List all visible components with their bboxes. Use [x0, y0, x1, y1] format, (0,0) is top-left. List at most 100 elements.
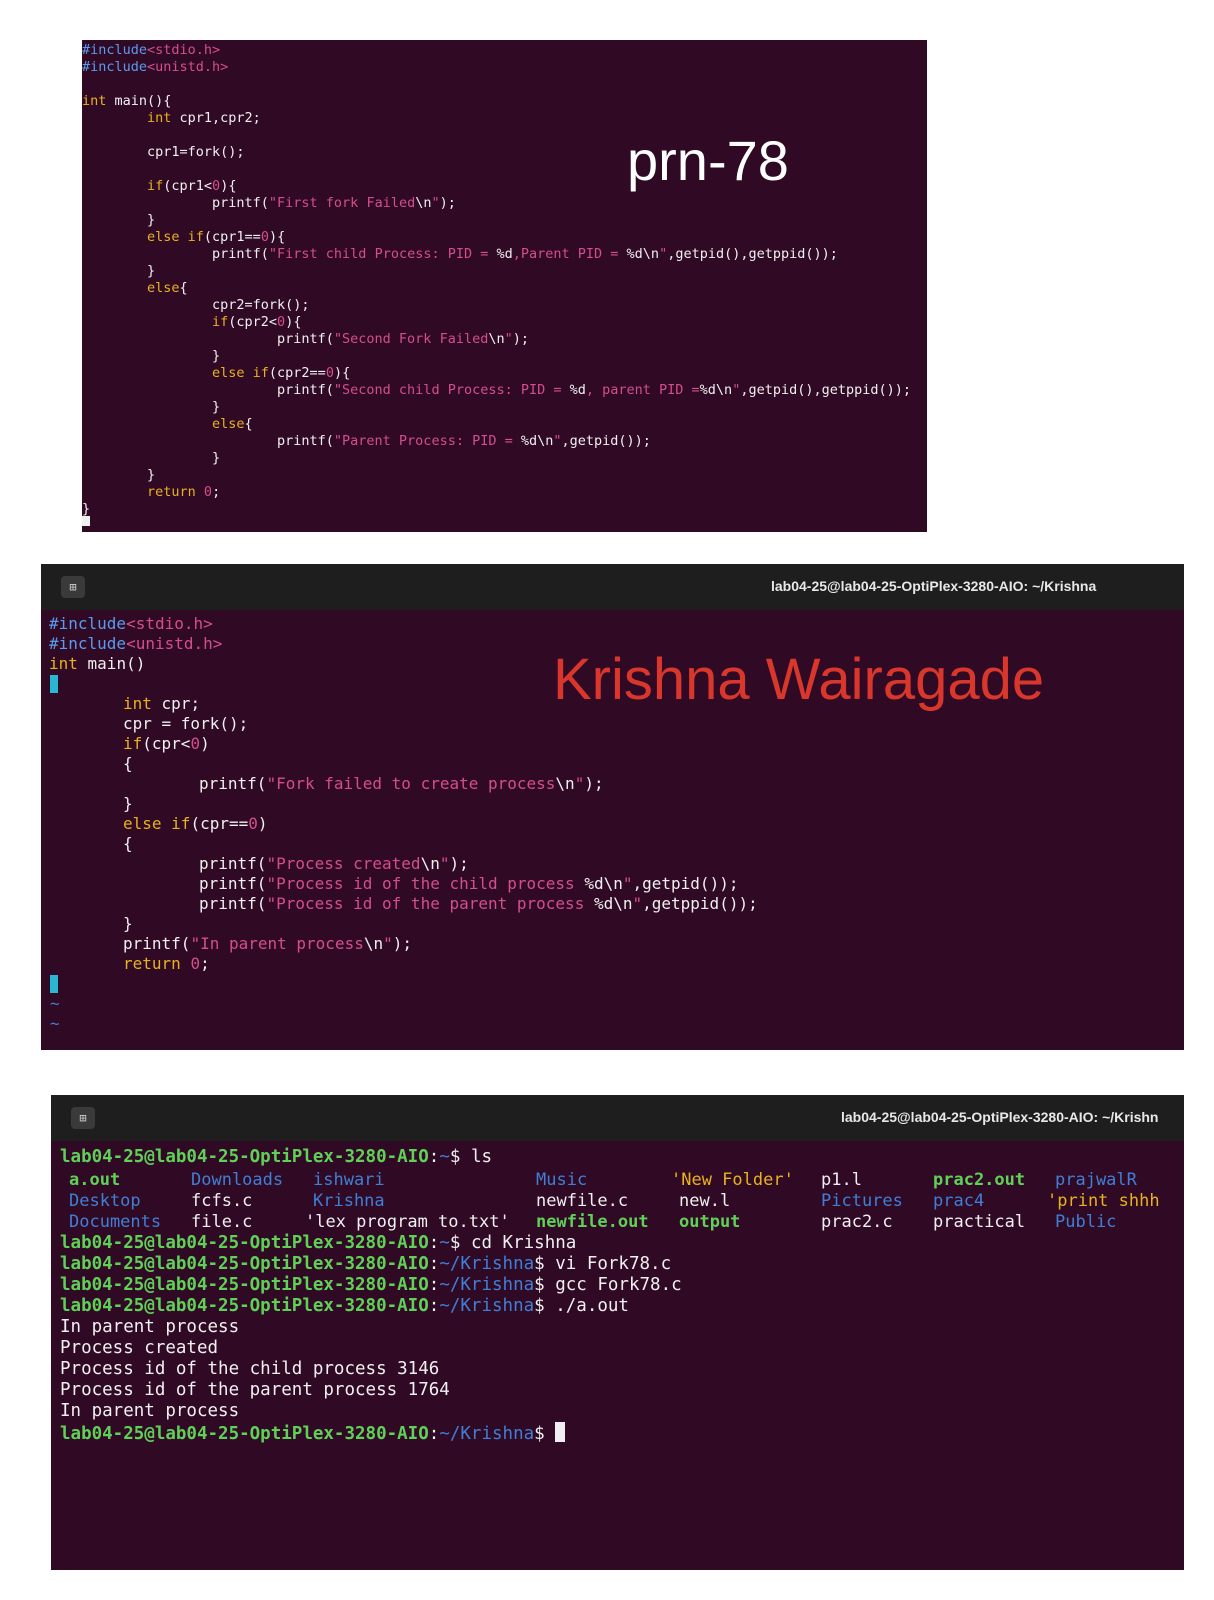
prompt-path: ~/Krishna [439, 1275, 535, 1295]
code-line: { [123, 834, 133, 853]
ls-entry: 'lex program to.txt' [305, 1212, 510, 1232]
prompt-user: lab04-25@lab04-25-OptiPlex-3280-AIO [60, 1147, 429, 1167]
output-line: Process id of the child process 3146 [60, 1359, 440, 1379]
code-line: } [82, 501, 91, 517]
prompt-path: ~ [439, 1147, 450, 1167]
shell-line-gcc: lab04-25@lab04-25-OptiPlex-3280-AIO:~/Kr… [60, 1275, 682, 1295]
empty-line-marker: ~ [50, 1014, 60, 1033]
code-line: cpr2=fork(); [212, 297, 310, 313]
code-line: printf("Process id of the child process … [199, 874, 739, 893]
title-bar: ⊞ lab04-25@lab04-25-OptiPlex-3280-AIO: ~… [51, 1095, 1184, 1141]
code-line: if(cpr<0) [123, 734, 210, 753]
ls-entry: practical [933, 1212, 1026, 1232]
ls-entry: Pictures [821, 1191, 903, 1211]
code-line: else if(cpr==0) [123, 814, 268, 833]
author-name-watermark: Krishna Wairagade [553, 647, 1045, 712]
code-line: } [123, 914, 133, 933]
code-line: printf("Process id of the parent process… [199, 894, 758, 913]
shell-line-current[interactable]: lab04-25@lab04-25-OptiPlex-3280-AIO:~/Kr… [60, 1422, 566, 1444]
output-line: In parent process [60, 1401, 240, 1421]
code-line: } [123, 794, 133, 813]
code-line: #include<unistd.h> [82, 59, 229, 75]
terminal-cursor [555, 1422, 566, 1442]
ls-entry: Downloads [191, 1170, 284, 1190]
ls-entry: output [679, 1212, 741, 1232]
prompt-user: lab04-25@lab04-25-OptiPlex-3280-AIO [60, 1275, 429, 1295]
vim-cursor [50, 675, 58, 693]
code-line: printf("Parent Process: PID = %d\n",getp… [277, 433, 651, 449]
command-text: gcc Fork78.c [555, 1275, 682, 1295]
ls-entry: 'New Folder' [671, 1170, 794, 1190]
code-line: else{ [147, 280, 188, 296]
prn-watermark: prn-78 [627, 129, 789, 192]
code-line: printf("First fork Failed\n"); [212, 195, 456, 211]
prompt-path: ~ [439, 1233, 450, 1253]
ls-entry: new.l [679, 1191, 731, 1211]
shell-line-cd: lab04-25@lab04-25-OptiPlex-3280-AIO:~$ c… [60, 1233, 577, 1253]
code-line: } [147, 212, 156, 228]
code-line: #include<unistd.h> [49, 634, 223, 653]
ls-entry: Documents [69, 1212, 162, 1232]
code-line: cpr1=fork(); [147, 144, 245, 160]
code-line: if(cpr1<0){ [147, 178, 237, 194]
output-line: Process created [60, 1338, 219, 1358]
code-line: printf("Second child Process: PID = %d, … [277, 382, 912, 398]
code-line: if(cpr2<0){ [212, 314, 302, 330]
command-text: cd Krishna [470, 1233, 577, 1253]
code-line: else if(cpr1==0){ [147, 229, 286, 245]
vim-cursor-end [50, 975, 58, 993]
ls-entry: newfile.c [536, 1191, 629, 1211]
ls-entry: file.c [191, 1212, 253, 1232]
ls-entry: p1.l [821, 1170, 862, 1190]
shell-line-run: lab04-25@lab04-25-OptiPlex-3280-AIO:~/Kr… [60, 1296, 629, 1316]
new-tab-icon[interactable]: ⊞ [71, 1107, 95, 1129]
code-line: return 0; [123, 954, 210, 973]
prompt-path: ~/Krishna [439, 1254, 535, 1274]
title-bar: ⊞ lab04-25@lab04-25-OptiPlex-3280-AIO: ~… [41, 564, 1184, 610]
ls-entry: a.out [69, 1170, 121, 1190]
code-line: } [212, 450, 221, 466]
code-line: int main() [49, 654, 146, 673]
code-line: } [147, 467, 156, 483]
empty-line-marker: ~ [50, 994, 60, 1013]
text-cursor [82, 516, 90, 526]
code-panel-top: #include<stdio.h> #include<unistd.h> int… [82, 40, 927, 532]
new-tab-icon[interactable]: ⊞ [61, 576, 85, 598]
prompt-user: lab04-25@lab04-25-OptiPlex-3280-AIO [60, 1233, 429, 1253]
ls-entry: prac4 [933, 1191, 985, 1211]
code-line: int cpr1,cpr2; [147, 110, 261, 126]
ls-entry: Public [1055, 1212, 1117, 1232]
shell-line-ls: lab04-25@lab04-25-OptiPlex-3280-AIO:~$ l… [60, 1147, 493, 1167]
code-line: #include<stdio.h> [49, 614, 213, 633]
ls-entry: ishwari [313, 1170, 385, 1190]
code-line: else{ [212, 416, 253, 432]
code-line: printf("Process created\n"); [199, 854, 469, 873]
code-line: int main(){ [82, 93, 172, 109]
code-line: else if(cpr2==0){ [212, 365, 351, 381]
output-line: Process id of the parent process 1764 [60, 1380, 450, 1400]
shell-line-vi: lab04-25@lab04-25-OptiPlex-3280-AIO:~/Kr… [60, 1254, 672, 1274]
ls-entry: newfile.out [536, 1212, 649, 1232]
terminal-window-shell: ⊞ lab04-25@lab04-25-OptiPlex-3280-AIO: ~… [51, 1095, 1184, 1570]
window-title: lab04-25@lab04-25-OptiPlex-3280-AIO: ~/K… [841, 1109, 1159, 1125]
code-line: printf("First child Process: PID = %d,Pa… [212, 246, 838, 262]
code-line: printf("Second Fork Failed\n"); [277, 331, 530, 347]
ls-entry: prajwalR [1055, 1170, 1137, 1190]
ls-entry: Krishna [313, 1191, 385, 1211]
terminal-window-editor: ⊞ lab04-25@lab04-25-OptiPlex-3280-AIO: ~… [41, 564, 1184, 1050]
prompt-path: ~/Krishna [439, 1424, 535, 1444]
ls-entry: Music [536, 1170, 588, 1190]
prompt-user: lab04-25@lab04-25-OptiPlex-3280-AIO [60, 1296, 429, 1316]
prompt-user: lab04-25@lab04-25-OptiPlex-3280-AIO [60, 1254, 429, 1274]
prompt-user: lab04-25@lab04-25-OptiPlex-3280-AIO [60, 1424, 429, 1444]
code-line: return 0; [147, 484, 221, 500]
ls-entry: 'print shhh [1047, 1191, 1160, 1211]
window-title: lab04-25@lab04-25-OptiPlex-3280-AIO: ~/K… [771, 578, 1097, 594]
code-line: printf("Fork failed to create process\n"… [199, 774, 604, 793]
code-line: int cpr; [123, 694, 201, 713]
code-line: #include<stdio.h> [82, 42, 221, 58]
output-line: In parent process [60, 1317, 240, 1337]
code-line: } [212, 399, 221, 415]
command-text: ./a.out [555, 1296, 629, 1316]
code-line: printf("In parent process\n"); [123, 934, 412, 953]
